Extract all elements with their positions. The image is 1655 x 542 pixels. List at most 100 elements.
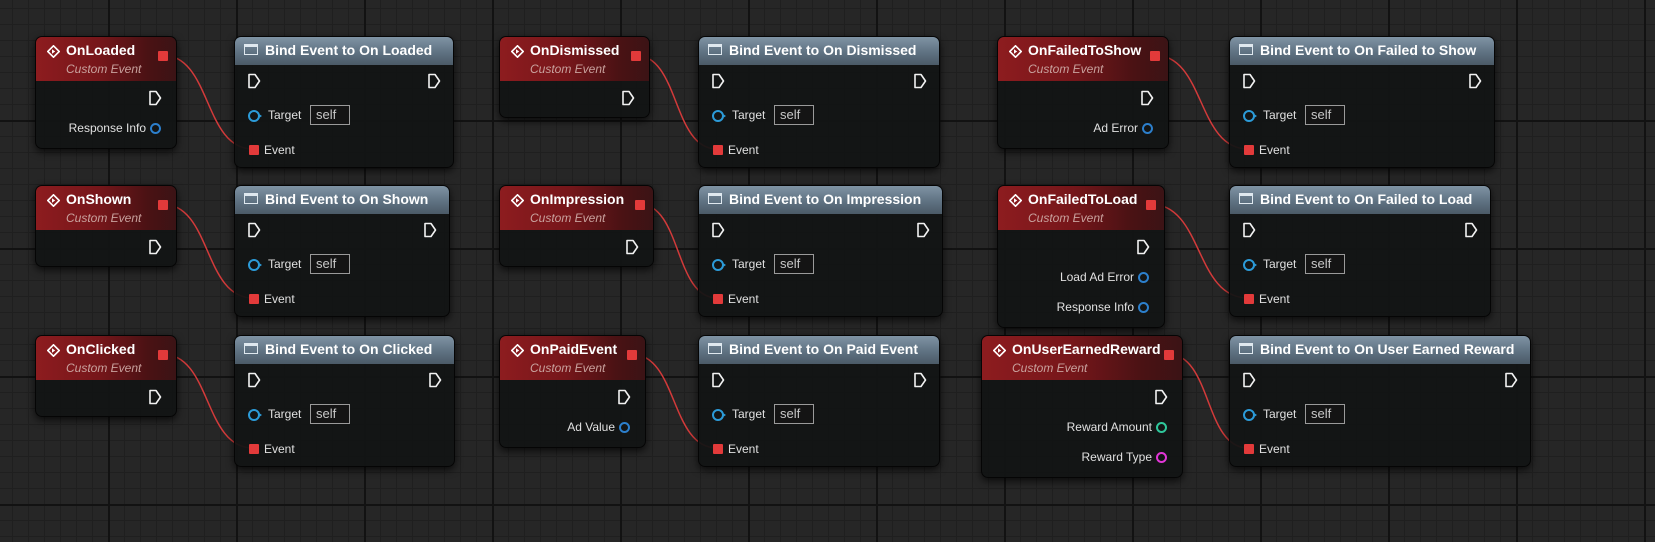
output-data-pin[interactable] [1156,422,1167,433]
target-input-pin[interactable] [712,110,726,122]
bind-event-node[interactable]: Bind Event to On Paid Event Target self Eve… [698,335,940,467]
custom-event-node[interactable]: OnFailedToShow Custom Event Ad Error [997,36,1169,149]
exec-input-pin[interactable] [1242,372,1256,388]
delegate-output-pin[interactable] [1146,200,1156,210]
exec-output-pin[interactable] [428,372,442,388]
event-delegate-input-pin[interactable] [1244,294,1254,304]
delegate-output-pin[interactable] [1164,350,1174,360]
custom-event-node[interactable]: OnPaidEvent Custom Event Ad Value [499,335,646,448]
exec-output-pin[interactable] [148,389,162,405]
target-self-field[interactable]: self [774,105,814,125]
exec-input-pin[interactable] [247,372,261,388]
exec-output-pin[interactable] [916,222,930,238]
exec-output-pin[interactable] [617,389,631,405]
target-self-field[interactable]: self [310,254,350,274]
custom-event-node[interactable]: OnLoaded Custom Event Response Info [35,36,177,149]
custom-event-node[interactable]: OnFailedToLoad Custom Event Load Ad Error R… [997,185,1165,328]
target-input-pin[interactable] [1243,259,1257,271]
event-title: OnUserEarnedReward [1012,341,1161,357]
exec-input-pin[interactable] [247,222,261,238]
output-data-pin[interactable] [1138,272,1149,283]
delegate-output-pin[interactable] [635,200,645,210]
target-self-field[interactable]: self [774,254,814,274]
event-delegate-input-pin[interactable] [249,294,259,304]
output-data-pin[interactable] [619,422,630,433]
event-delegate-input-pin[interactable] [249,444,259,454]
event-subtitle: Custom Event [530,211,606,225]
target-input-pin[interactable] [1243,409,1257,421]
event-delegate-input-pin[interactable] [1244,145,1254,155]
delegate-output-pin[interactable] [158,350,168,360]
target-input-pin[interactable] [712,409,726,421]
exec-output-pin[interactable] [1464,222,1478,238]
exec-output-pin[interactable] [1154,389,1168,405]
delegate-output-pin[interactable] [631,51,641,61]
target-input-pin[interactable] [248,259,262,271]
exec-output-pin[interactable] [148,239,162,255]
custom-event-node[interactable]: OnShown Custom Event [35,185,177,267]
target-self-field[interactable]: self [774,404,814,424]
exec-input-pin[interactable] [711,73,725,89]
function-icon [244,44,258,55]
event-delegate-input-pin[interactable] [713,444,723,454]
exec-input-pin[interactable] [247,73,261,89]
event-delegate-input-pin[interactable] [713,294,723,304]
exec-output-pin[interactable] [423,222,437,238]
bind-event-node[interactable]: Bind Event to On Loaded Target self Event [234,36,454,168]
delegate-output-pin[interactable] [158,51,168,61]
function-icon [708,343,722,354]
target-input-pin[interactable] [1243,110,1257,122]
target-self-field[interactable]: self [310,404,350,424]
output-data-pin[interactable] [1156,452,1167,463]
output-pin-label: Response Info [68,121,146,135]
exec-output-pin[interactable] [621,90,635,106]
event-delegate-input-pin[interactable] [1244,444,1254,454]
event-delegate-input-pin[interactable] [249,145,259,155]
custom-event-node[interactable]: OnDismissed Custom Event [499,36,650,118]
exec-output-pin[interactable] [913,372,927,388]
exec-input-pin[interactable] [1242,73,1256,89]
target-input-pin[interactable] [712,259,726,271]
custom-event-node[interactable]: OnImpression Custom Event [499,185,654,267]
bind-event-node[interactable]: Bind Event to On Dismissed Target self Even… [698,36,940,168]
exec-output-pin[interactable] [427,73,441,89]
output-data-pin[interactable] [1142,123,1153,134]
bind-event-node[interactable]: Bind Event to On Shown Target self Event [234,185,450,317]
target-self-field[interactable]: self [1305,404,1345,424]
target-input-pin[interactable] [248,110,262,122]
bind-event-node[interactable]: Bind Event to On User Earned Reward Targe… [1229,335,1531,467]
exec-output-pin[interactable] [1468,73,1482,89]
event-subtitle: Custom Event [66,211,142,225]
exec-output-pin[interactable] [913,73,927,89]
target-input-pin[interactable] [248,409,262,421]
output-data-pin[interactable] [1138,302,1149,313]
exec-output-pin[interactable] [625,239,639,255]
delegate-output-pin[interactable] [627,350,637,360]
delegate-output-pin[interactable] [1150,51,1160,61]
exec-input-pin[interactable] [1242,222,1256,238]
event-delegate-input-pin[interactable] [713,145,723,155]
exec-output-pin[interactable] [1140,90,1154,106]
event-subtitle: Custom Event [530,361,606,375]
event-node-header: OnLoaded Custom Event [36,37,176,81]
bind-event-node[interactable]: Bind Event to On Clicked Target self Event [234,335,455,467]
target-self-field[interactable]: self [1305,105,1345,125]
exec-output-pin[interactable] [1504,372,1518,388]
bind-event-node[interactable]: Bind Event to On Impression Target self Eve… [698,185,943,317]
output-data-pin[interactable] [150,123,161,134]
exec-output-pin[interactable] [148,90,162,106]
target-label: Target [268,108,302,122]
exec-output-pin[interactable] [1136,239,1150,255]
event-diamond-icon [511,344,524,357]
target-self-field[interactable]: self [310,105,350,125]
delegate-output-pin[interactable] [158,200,168,210]
bind-event-node[interactable]: Bind Event to On Failed to Load Target sel… [1229,185,1491,317]
bind-event-node[interactable]: Bind Event to On Failed to Show Target sel… [1229,36,1495,168]
function-icon [244,193,258,204]
custom-event-node[interactable]: OnUserEarnedReward Custom Event Reward Amo… [981,335,1183,478]
exec-input-pin[interactable] [711,372,725,388]
custom-event-node[interactable]: OnClicked Custom Event [35,335,177,417]
target-self-field[interactable]: self [1305,254,1345,274]
exec-input-pin[interactable] [711,222,725,238]
function-icon [1239,343,1253,354]
